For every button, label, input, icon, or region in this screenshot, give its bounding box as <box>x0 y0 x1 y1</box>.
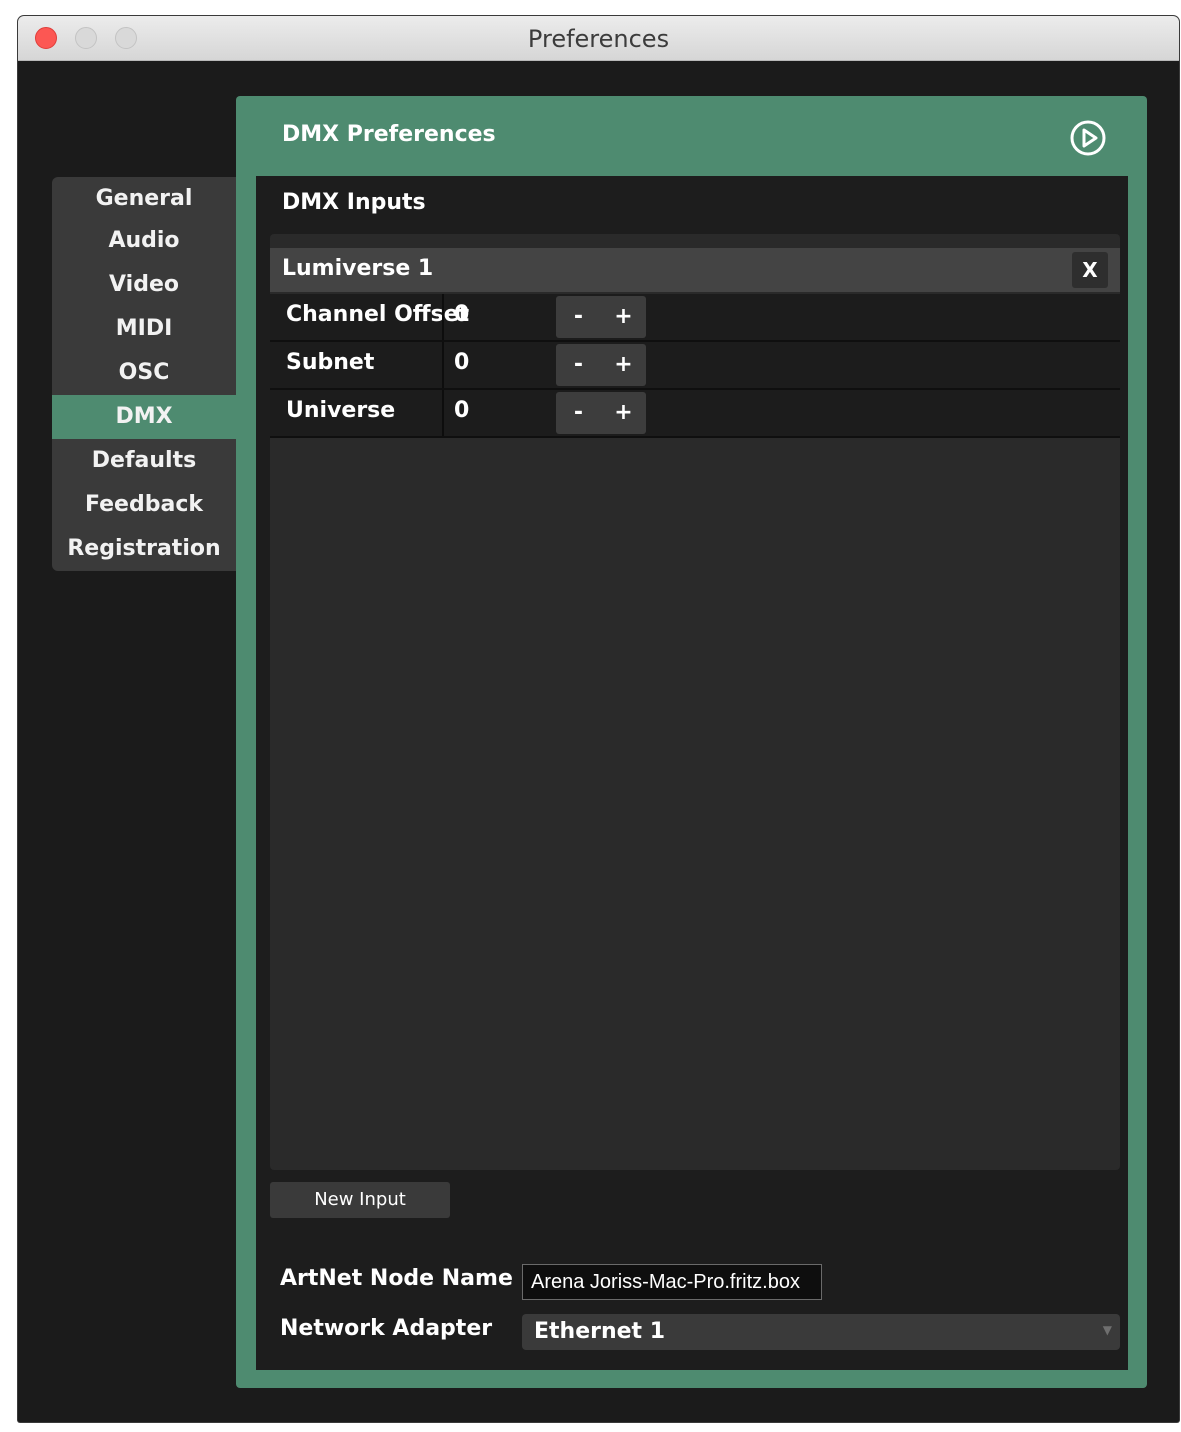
sidebar-item-video[interactable]: Video <box>52 263 236 307</box>
network-adapter-value: Ethernet 1 <box>534 1319 666 1344</box>
input-name: Lumiverse 1 <box>282 256 434 281</box>
param-label: Subnet <box>286 350 375 375</box>
param-row-universe: Universe 0 - + <box>270 390 1120 438</box>
sidebar-item-general[interactable]: General <box>52 177 236 221</box>
artnet-node-name-label: ArtNet Node Name <box>280 1266 513 1291</box>
preferences-sidebar: General Audio Video MIDI OSC DMX Default… <box>52 177 236 571</box>
artnet-node-name-field[interactable]: Arena Joriss-Mac-Pro.fritz.box <box>522 1264 822 1300</box>
window-title: Preferences <box>527 25 670 53</box>
network-adapter-select[interactable]: Ethernet 1 ▼ <box>522 1314 1120 1350</box>
network-adapter-label: Network Adapter <box>280 1316 493 1341</box>
new-input-button[interactable]: New Input <box>270 1182 450 1218</box>
sidebar-item-audio[interactable]: Audio <box>52 219 236 263</box>
remove-input-button[interactable]: X <box>1072 252 1108 288</box>
universe-stepper: - + <box>556 392 646 434</box>
param-divider <box>442 294 444 340</box>
sidebar-item-midi[interactable]: MIDI <box>52 307 236 351</box>
dmx-content: DMX Inputs Lumiverse 1 X Channel Offset … <box>256 176 1128 1370</box>
sidebar-item-feedback[interactable]: Feedback <box>52 483 236 527</box>
play-circle-icon[interactable] <box>1068 118 1108 158</box>
universe-value[interactable]: 0 <box>454 398 469 423</box>
sidebar-item-defaults[interactable]: Defaults <box>52 439 236 483</box>
sidebar-item-registration[interactable]: Registration <box>52 527 236 571</box>
dmx-inputs-list: Lumiverse 1 X Channel Offset 0 - + Subne… <box>270 234 1120 1170</box>
param-label: Universe <box>286 398 396 423</box>
chevron-down-icon: ▼ <box>1102 1323 1112 1337</box>
param-row-subnet: Subnet 0 - + <box>270 342 1120 390</box>
sidebar-item-osc[interactable]: OSC <box>52 351 236 395</box>
channel-offset-stepper: - + <box>556 296 646 338</box>
increment-button[interactable]: + <box>601 392 646 434</box>
param-divider <box>442 342 444 388</box>
subnet-value[interactable]: 0 <box>454 350 469 375</box>
subnet-stepper: - + <box>556 344 646 386</box>
param-row-channel-offset: Channel Offset 0 - + <box>270 294 1120 342</box>
param-divider <box>442 390 444 436</box>
decrement-button[interactable]: - <box>556 344 601 386</box>
input-header: Lumiverse 1 X <box>270 248 1120 292</box>
preferences-window: Preferences General Audio Video MIDI OSC… <box>18 16 1179 1422</box>
panel-title: DMX Preferences <box>282 122 496 147</box>
sidebar-item-dmx[interactable]: DMX <box>52 395 236 439</box>
dmx-preferences-panel: DMX Preferences DMX Inputs Lumiverse 1 X… <box>236 96 1147 1388</box>
decrement-button[interactable]: - <box>556 296 601 338</box>
title-bar: Preferences <box>18 16 1179 61</box>
section-title-dmx-inputs: DMX Inputs <box>282 190 426 215</box>
increment-button[interactable]: + <box>601 344 646 386</box>
decrement-button[interactable]: - <box>556 392 601 434</box>
channel-offset-value[interactable]: 0 <box>454 302 469 327</box>
increment-button[interactable]: + <box>601 296 646 338</box>
